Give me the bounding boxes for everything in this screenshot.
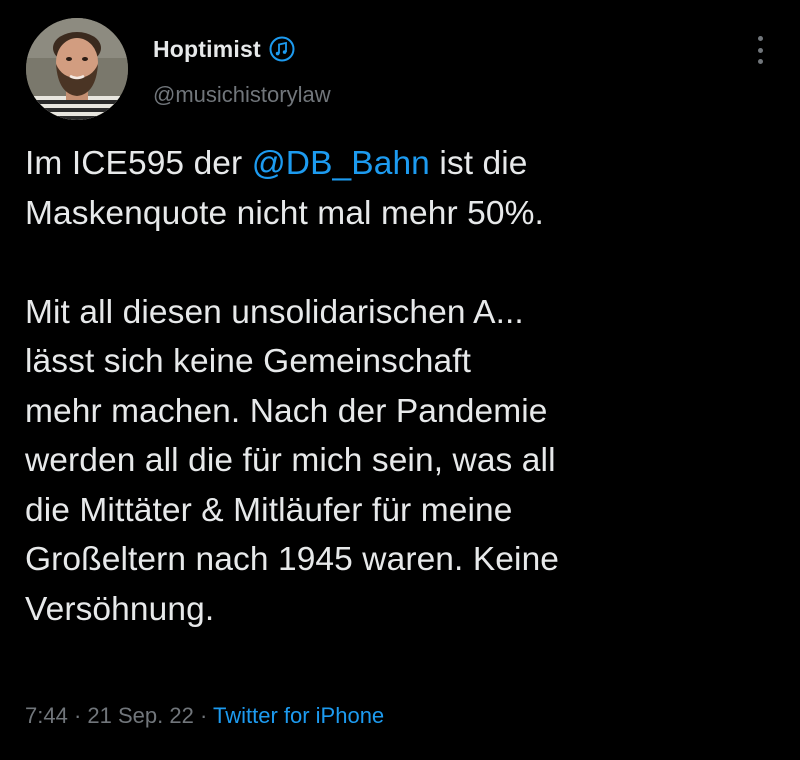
tweet-line: Mit all diesen unsolidarischen A... (25, 293, 524, 331)
tweet-meta: 7:44 · 21 Sep. 22 · Twitter for iPhone (25, 703, 384, 729)
display-name[interactable]: Hoptimist (153, 36, 261, 63)
tweet-text-segment: ist die (429, 145, 528, 182)
tweet-text: Im ICE595 der @DB_Bahn ist die Maskenquo… (25, 139, 785, 634)
tweet-line: Großeltern nach 1945 waren. Keine (25, 541, 560, 578)
tweet-line: Versöhnung. (25, 590, 215, 628)
more-vertical-icon (757, 36, 763, 41)
more-options-button[interactable] (748, 30, 772, 70)
paragraph-break (25, 238, 785, 288)
tweet-time[interactable]: 7:44 (25, 703, 68, 728)
tweet-line: Im ICE595 der @DB_Bahn ist die (25, 139, 785, 189)
avatar[interactable] (26, 18, 128, 120)
tweet-card: Hoptimist @musichistorylaw Im ICE595 der… (0, 0, 800, 760)
tweet-text-segment: Im ICE595 der (25, 145, 252, 182)
music-note-icon (269, 36, 295, 62)
mention-link[interactable]: @DB_Bahn (252, 145, 430, 182)
tweet-date[interactable]: 21 Sep. 22 (87, 703, 193, 728)
more-vertical-icon-dot (757, 59, 763, 64)
tweet-line: die Mittäter & Mitläufer für meine (25, 491, 513, 529)
tweet-line: Maskenquote nicht mal mehr 50%. (25, 194, 544, 232)
tweet-line: werden all die für mich sein, was all (25, 442, 556, 479)
more-vertical-icon-dot (757, 47, 763, 53)
meta-separator: · (67, 703, 88, 728)
avatar-image (26, 18, 128, 120)
tweet-line: mehr machen. Nach der Pandemie (25, 392, 548, 430)
display-name-row[interactable]: Hoptimist (153, 34, 295, 64)
meta-separator: · (193, 703, 213, 728)
tweet-line: lässt sich keine Gemeinschaft (25, 343, 472, 380)
user-handle[interactable]: @musichistorylaw (153, 82, 331, 108)
tweet-source-link[interactable]: Twitter for iPhone (213, 703, 384, 728)
